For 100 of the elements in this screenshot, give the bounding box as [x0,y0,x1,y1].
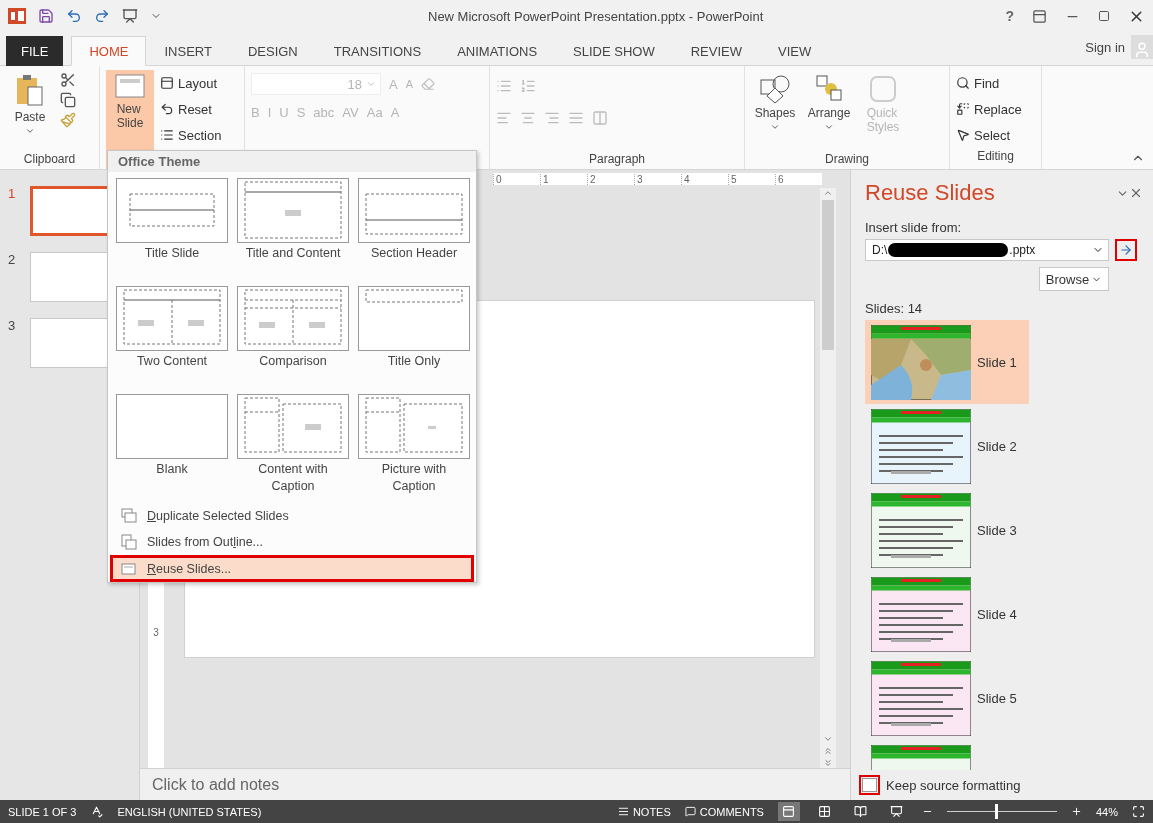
slideshow-icon [890,805,904,818]
caret-icon [824,122,834,132]
ribbon-tab[interactable]: DESIGN [229,36,316,66]
quick-styles-icon [868,74,898,104]
reset-button[interactable]: Reset [160,98,222,120]
redo-icon[interactable] [94,8,110,24]
save-icon[interactable] [38,8,54,24]
find-button[interactable]: Find [956,72,1035,94]
layout-thumbnail[interactable] [116,178,228,244]
ribbon-tab[interactable]: FILE [6,36,64,66]
app-logo-icon[interactable] [8,8,26,24]
language-indicator[interactable]: ENGLISH (UNITED STATES) [117,805,262,818]
arrange-button[interactable]: Arrange [805,70,853,149]
checkbox-label: Keep source formatting [886,777,1021,793]
slide-indicator: SLIDE 1 OF 3 [8,805,77,818]
spelling-icon[interactable] [90,805,104,818]
scroll-up-icon [823,188,833,198]
view-button[interactable] [777,802,800,821]
file-path-field[interactable]: D:\ .pptx [865,239,1109,261]
layout-thumbnail[interactable] [358,286,470,352]
caret-icon [770,122,780,132]
justify-icon[interactable] [568,110,584,126]
group-label: Clipboard [22,151,77,168]
field-label: Insert slide from: [865,220,963,235]
replace-button[interactable]: Replace [956,98,1035,120]
group-label: Drawing [824,151,870,168]
slide-list-item[interactable]: Slide 3 [865,488,1029,572]
ribbon-tab[interactable]: HOME [71,36,147,66]
zoom-thumb[interactable] [995,804,999,819]
layout-thumbnail[interactable] [116,286,228,352]
comment-icon [684,806,696,817]
ribbon-tab[interactable]: SLIDE SHOW [555,36,673,66]
book-icon [854,805,868,818]
ribbon-tab[interactable]: REVIEW [672,36,760,66]
undo-icon[interactable] [66,8,82,24]
arrange-icon [813,74,845,104]
pane-title: Reuse Slides [865,180,996,206]
copy-icon[interactable] [60,92,76,108]
menu-item[interactable]: Reuse Slides... [110,555,474,582]
ribbon-tab[interactable]: VIEW [760,36,830,66]
normal-view-icon [782,805,796,818]
slide-icon [115,74,145,100]
align-right-icon[interactable] [544,110,560,126]
slide-list-item[interactable]: Slide 5 [865,656,1029,740]
layout-thumbnail[interactable] [116,394,228,460]
zoom-level[interactable]: 44% [1095,805,1118,818]
go-button[interactable] [1115,239,1137,261]
select-button[interactable]: Select [956,124,1035,146]
layout-label: Content with Caption [257,461,329,496]
shapes-icon [759,74,791,104]
scrollbar[interactable] [820,188,836,768]
layout-label: Picture with Caption [380,461,448,496]
section-button[interactable]: Section [160,124,222,146]
shapes-button[interactable]: Shapes [751,70,799,149]
slide-list-item[interactable]: Slide 1 [865,320,1029,404]
zoom-in-icon[interactable] [1070,806,1082,817]
numbering-icon[interactable] [520,78,536,94]
scroll-thumb[interactable] [822,200,834,350]
notes-field[interactable]: Click to add notes [140,768,850,800]
notes-button[interactable]: NOTES [617,805,671,818]
notes-icon [617,806,629,817]
layout-thumbnail[interactable] [237,178,349,244]
previous-slide-icon [823,746,833,756]
slide-number: 3 [8,318,17,333]
slide-number: 1 [8,186,17,201]
layout-icon [160,76,174,90]
layout-thumbnail[interactable] [237,286,349,352]
layout-label: Section Header [370,245,458,263]
slide-list-item[interactable]: Slide 4 [865,572,1029,656]
close-icon[interactable] [1129,186,1143,200]
fit-to-window-icon[interactable] [1132,805,1145,818]
layout-thumbnail[interactable] [237,394,349,460]
cursor-icon [956,128,970,142]
menu-header: Office Theme [108,151,476,173]
align-center-icon[interactable] [520,110,536,126]
slide-number: 2 [8,252,17,267]
group-label: Editing [976,148,1015,165]
slide-list-item[interactable]: Slide 2 [865,404,1029,488]
layout-thumbnail[interactable] [358,394,470,460]
browse-button[interactable]: Browse [1039,267,1109,291]
help-button[interactable]: ? [1005,8,1014,24]
restore-icon[interactable] [1098,10,1110,22]
slide-count: Slides: 14 [865,301,924,316]
layout-thumbnail[interactable] [358,178,470,244]
ribbon-tab[interactable]: TRANSITIONS [315,36,440,66]
next-slide-icon [823,758,833,768]
sign-in-link[interactable]: Sign in [1085,39,1125,55]
ribbon-tab[interactable]: INSERT [146,36,230,66]
align-left-icon[interactable] [496,110,512,126]
layout-button[interactable]: Layout [160,72,222,94]
reset-icon [160,102,174,116]
grid-icon [818,805,832,818]
comments-button[interactable]: COMMENTS [684,805,764,818]
cut-icon[interactable] [60,72,76,88]
group-label: Paragraph [587,151,646,168]
ribbon-tab[interactable]: ANIMATIONS [439,36,556,66]
paste-button[interactable]: Paste [6,70,54,149]
ribbon-display-icon[interactable] [1032,8,1047,24]
slideshow-icon[interactable] [122,8,138,24]
layout-label: Title Only [387,353,441,371]
